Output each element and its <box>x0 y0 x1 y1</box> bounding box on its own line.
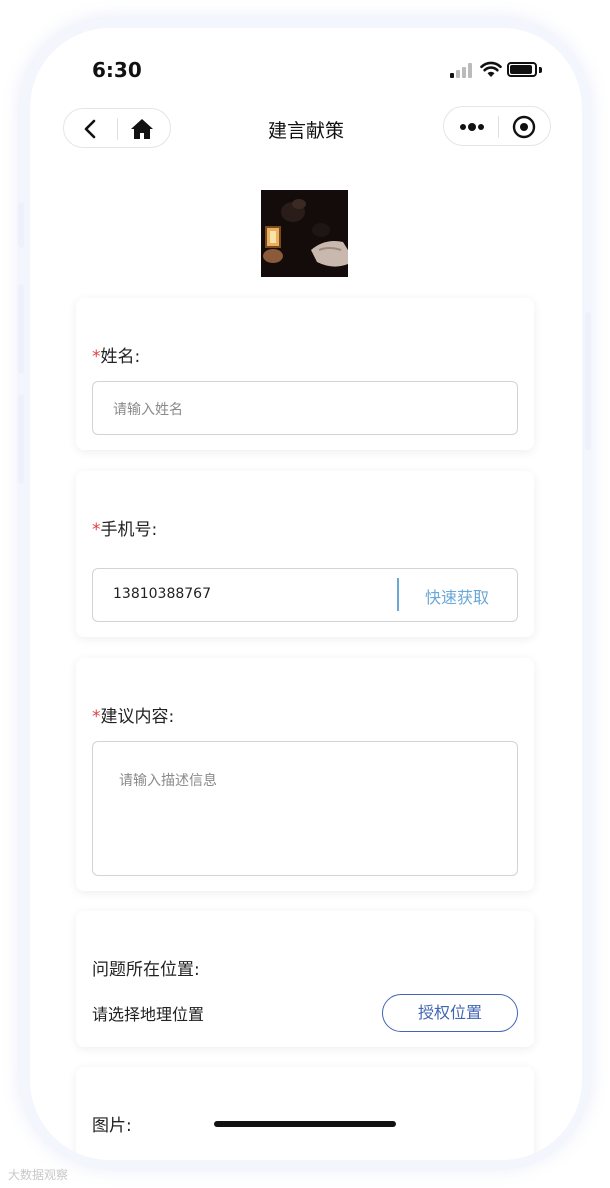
suggestion-textarea[interactable]: 请输入描述信息 <box>92 741 518 876</box>
phone-value: 13810388767 <box>113 586 211 602</box>
suggestion-card: *建议内容: 请输入描述信息 <box>76 658 534 891</box>
brand-photo <box>261 190 348 277</box>
battery-tip <box>539 67 542 73</box>
images-label: 图片: <box>92 1116 132 1136</box>
watermark: 大数据观察 <box>8 1168 69 1182</box>
location-card: 问题所在位置: 请选择地理位置 授权位置 <box>76 911 534 1047</box>
phone-label: *手机号: <box>92 515 157 540</box>
location-prompt: 请选择地理位置 <box>92 1005 205 1024</box>
side-button <box>18 394 24 484</box>
signal-icon <box>450 62 474 78</box>
home-indicator <box>214 1121 396 1127</box>
name-placeholder: 请输入姓名 <box>113 402 183 418</box>
suggestion-label: *建议内容: <box>92 702 174 727</box>
suggestion-label-text: 建议内容: <box>100 707 175 727</box>
required-mark: * <box>92 520 101 540</box>
phone-screen: 6:30 建言献策 *姓名: 请输入姓名 *手机号: 13810388767 快… <box>30 28 582 1160</box>
status-time: 6:30 <box>92 58 142 82</box>
quick-get-button[interactable]: 快速获取 <box>425 584 489 608</box>
wifi-icon <box>480 61 502 77</box>
phone-input[interactable]: 13810388767 快速获取 <box>92 568 518 622</box>
required-mark: * <box>92 707 101 727</box>
name-input[interactable]: 请输入姓名 <box>92 381 518 435</box>
side-button <box>18 202 24 248</box>
images-card: 图片: <box>76 1067 534 1160</box>
location-label: 问题所在位置: <box>92 960 200 980</box>
status-bar: 6:30 <box>30 28 582 98</box>
name-card: *姓名: 请输入姓名 <box>76 298 534 450</box>
side-button <box>585 312 591 450</box>
name-label: *姓名: <box>92 342 140 367</box>
input-divider <box>397 578 399 611</box>
side-button <box>18 284 24 374</box>
photo-image <box>261 190 348 277</box>
nav-divider <box>498 116 499 138</box>
battery-icon <box>507 62 537 77</box>
nav-capsule-right <box>443 106 551 146</box>
target-icon[interactable] <box>512 115 536 139</box>
name-label-text: 姓名: <box>100 347 141 367</box>
phone-label-text: 手机号: <box>100 520 158 540</box>
suggestion-placeholder: 请输入描述信息 <box>119 773 217 789</box>
authorize-location-button[interactable]: 授权位置 <box>382 994 518 1032</box>
phone-card: *手机号: 13810388767 快速获取 <box>76 471 534 637</box>
required-mark: * <box>92 347 101 367</box>
more-icon[interactable] <box>459 118 485 136</box>
